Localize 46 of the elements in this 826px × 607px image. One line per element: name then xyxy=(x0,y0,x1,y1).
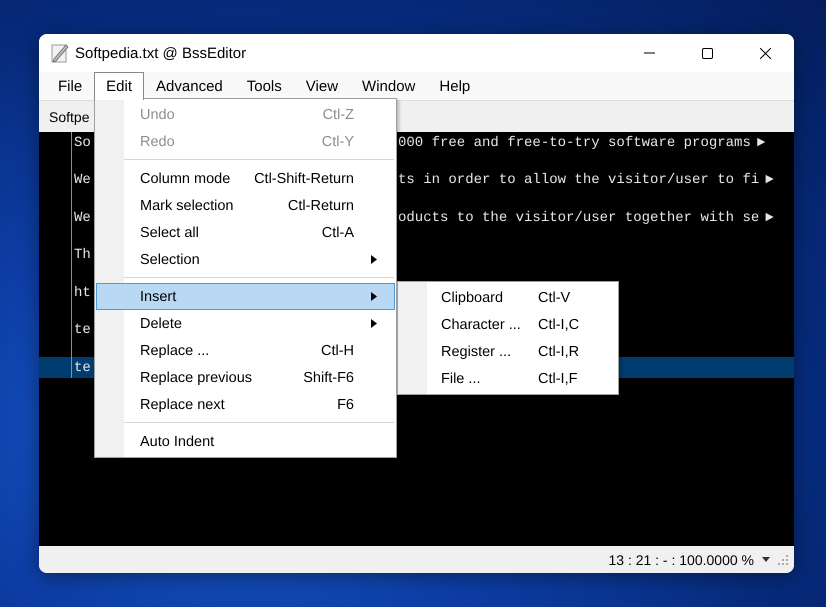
minimize-icon xyxy=(644,52,654,54)
menu-item[interactable]: Tools xyxy=(234,72,294,100)
menu-entry[interactable]: Register ... Ctl-I,R xyxy=(398,338,618,365)
menu-entry[interactable]: Clipboard Ctl-V xyxy=(398,284,618,311)
menu-entry[interactable]: Column mode Ctl-Shift-Return xyxy=(96,165,395,192)
menu-entry[interactable]: Mark selection Ctl-Return xyxy=(96,192,395,219)
menu-item[interactable]: Window xyxy=(350,72,428,100)
line-text: We xyxy=(74,172,91,188)
line-text: Th xyxy=(74,247,91,263)
submenu-arrow-icon xyxy=(371,319,377,328)
line-text: So xyxy=(74,134,91,150)
menu-item[interactable]: Advanced xyxy=(144,72,235,100)
menu-entry[interactable]: File ... Ctl-I,F xyxy=(398,365,618,392)
menu-item[interactable]: Edit xyxy=(94,72,144,100)
close-icon xyxy=(760,48,770,58)
menu-entry[interactable]: Delete xyxy=(96,310,395,337)
window-title: Softpedia.txt @ BssEditor xyxy=(75,44,248,62)
menu-item[interactable]: View xyxy=(294,72,350,100)
dropdown-caret-icon[interactable] xyxy=(762,557,770,562)
line-text: ts in order to allow the visitor/user to fi xyxy=(398,172,760,188)
line-text: oducts to the visitor/user together with se xyxy=(398,210,760,226)
status-text: 13 : 21 : - : 100.0000 % xyxy=(608,552,754,568)
notepad-icon xyxy=(51,43,69,63)
menu-entry[interactable]: Replace next F6 xyxy=(96,391,395,418)
menu-entry[interactable]: Replace ... Ctl-H xyxy=(96,337,395,364)
line-text: te xyxy=(74,322,91,338)
resize-grip-icon[interactable] xyxy=(778,554,788,564)
menu-entry[interactable]: Insert xyxy=(96,283,395,310)
line-text: We xyxy=(74,210,91,226)
line-text: te xyxy=(74,360,91,376)
submenu-arrow-icon xyxy=(371,255,377,264)
menu-entry[interactable]: Character ... Ctl-I,C xyxy=(398,311,618,338)
overflow-marker: ► xyxy=(765,210,774,226)
menu-entry[interactable]: Selection xyxy=(96,246,395,273)
submenu-arrow-icon xyxy=(371,292,377,301)
overflow-marker: ► xyxy=(765,172,774,188)
menu-entry[interactable]: Select all Ctl-A xyxy=(96,219,395,246)
overflow-marker: ► xyxy=(756,134,766,150)
line-text: 000 free and free-to-try software programs xyxy=(398,134,751,150)
menu-entry[interactable]: Auto Indent xyxy=(96,428,395,455)
line-text: ht xyxy=(74,284,91,300)
menu-entry[interactable]: Replace previous Shift-F6 xyxy=(96,364,395,391)
menu-item[interactable]: File xyxy=(46,72,94,100)
menu-item[interactable]: Help xyxy=(427,72,482,100)
file-tab[interactable]: Softpe xyxy=(49,108,90,124)
maximize-icon xyxy=(702,48,712,58)
